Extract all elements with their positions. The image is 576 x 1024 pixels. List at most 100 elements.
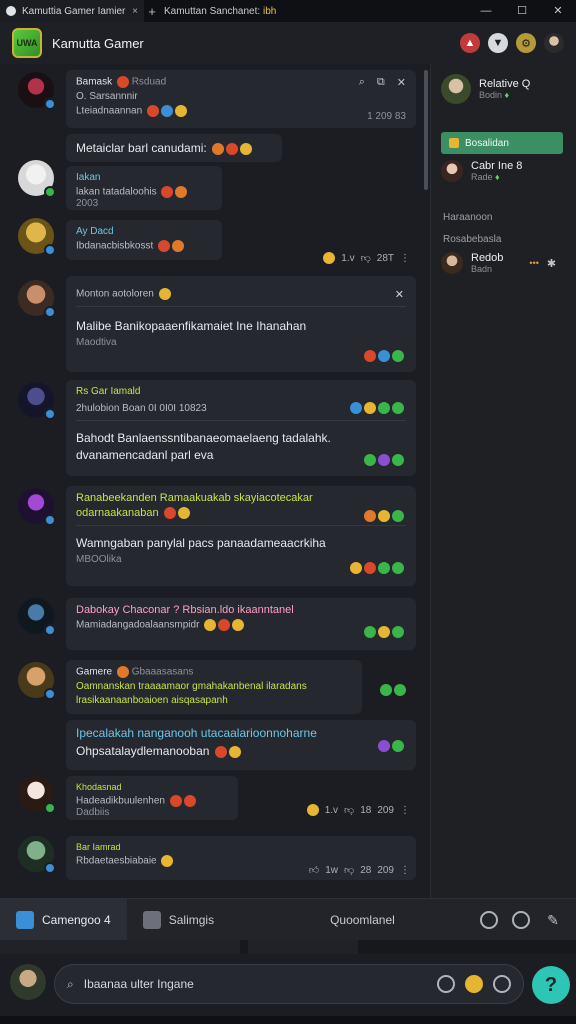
tools-icon[interactable]: ✎ [544, 911, 562, 929]
user-avatar[interactable] [18, 382, 56, 420]
user-avatar[interactable] [18, 280, 56, 318]
scrollbar-thumb[interactable] [424, 70, 428, 190]
emoji-icon[interactable] [512, 910, 530, 929]
message-title: Dabokay Chaconar ? Rbsian.ldo ikaanntane… [76, 604, 294, 616]
more-options-icon[interactable]: ⋮ [400, 805, 410, 816]
message-text: Rbdaetaesbiabaie [76, 855, 157, 867]
sender-name: Gamere [76, 666, 113, 678]
profile-avatar[interactable] [544, 33, 564, 53]
tab-strip [0, 940, 576, 954]
title-bar: Kamuttia Gamer Iamier × + Kamuttan Sanch… [0, 0, 576, 22]
thumbs-down-icon[interactable]: 👎︎ [361, 252, 371, 264]
user-avatar[interactable] [18, 72, 56, 110]
maximize-button[interactable]: ☐ [504, 0, 540, 22]
sender-name: Bamask [76, 76, 113, 88]
panel-section-label: Haraanoon [443, 212, 493, 223]
reaction-row [362, 348, 404, 362]
app-favicon-icon [6, 6, 16, 16]
message-composer: ⌕ Ibaanaa ulter Ingane ? [0, 954, 576, 1016]
message-card: Metaiclar barl canudami: [66, 134, 282, 162]
tab-quoomlanel[interactable]: Quoomlanel [230, 899, 411, 941]
message-text: Wamngaban panylal pacs panaadameaacrkiha [76, 536, 326, 551]
message-text: Bahodt Banlaenssntibanaeomaelaeng tadala… [76, 431, 331, 445]
more-options-icon[interactable]: ⋮ [400, 865, 410, 876]
user-avatar[interactable] [18, 160, 56, 198]
panel-active-item[interactable]: Bosalidan [441, 132, 563, 154]
second-tab[interactable]: Kamuttan Sanchanet: ibh [160, 6, 276, 17]
collapse-icon[interactable]: ✕ [395, 288, 404, 301]
user-avatar[interactable] [18, 488, 56, 526]
message-card: Monton aotoloren ✕ Malibe Banikopaaenfik… [66, 276, 416, 372]
message-input[interactable]: ⌕ Ibaanaa ulter Ingane [54, 964, 524, 1004]
more-options-icon[interactable]: ⋮ [400, 253, 410, 264]
status-icon [44, 802, 56, 814]
status-icon [44, 688, 56, 700]
message-card: Ipecalakah nanganooh utacaalarioonnoharn… [66, 720, 416, 770]
tab-salimgis[interactable]: Salimgis [127, 899, 230, 941]
message-text: Metaiclar barl canudami: [76, 141, 207, 155]
app-header: UWA Kamutta Gamer ▲ ▼ ⚙ [0, 22, 576, 64]
chat-icon [16, 910, 34, 929]
new-tab-icon[interactable]: + [144, 4, 160, 19]
thumbs-up-icon[interactable] [323, 252, 336, 264]
thumbs-up-icon[interactable]: 👍︎ [309, 864, 319, 876]
info-icon[interactable] [437, 975, 455, 993]
settings-icon[interactable]: ✱ [547, 257, 556, 270]
user-avatar[interactable] [18, 776, 56, 814]
message-card: Ay Dacd Ibdanacbisbkosst [66, 220, 222, 260]
message-time: 1 209 83 [367, 111, 406, 122]
status-icon [44, 862, 56, 874]
message-title: Ranabeekanden Ramaakuakab skayiacotecaka… [76, 492, 313, 504]
message-text: Ipecalakah nanganooh utacaalarioonnoharn… [76, 726, 317, 740]
user-avatar[interactable] [18, 662, 56, 700]
my-avatar[interactable] [10, 964, 46, 1000]
panel-list-item[interactable]: Redob Badn ••• ✱ [441, 252, 556, 274]
dropdown-icon[interactable]: ▼ [488, 33, 508, 53]
channel-icon [449, 138, 459, 148]
close-window-button[interactable]: ✕ [540, 0, 576, 22]
status-icon [44, 244, 56, 256]
close-icon[interactable]: ✕ [397, 76, 406, 89]
user-avatar[interactable] [18, 836, 56, 874]
settings-gear-icon[interactable]: ⚙ [516, 33, 536, 53]
thumbs-down-icon[interactable]: 👎︎ [344, 864, 354, 876]
status-icon [44, 514, 56, 526]
more-dots-icon[interactable]: ••• [529, 258, 538, 268]
user-avatar[interactable] [18, 218, 56, 256]
tab-close-icon[interactable]: × [132, 6, 138, 17]
reaction-row [362, 508, 404, 522]
message-card: Khodasnad Hadeadikbuulenhen Dadbiis [66, 776, 238, 820]
status-icon [44, 98, 56, 110]
notification-icon[interactable]: ▲ [460, 33, 480, 53]
app-title: Kamutta Gamer [52, 35, 144, 51]
panel-user-name: Relative Q [479, 78, 531, 90]
message-card: Gamere Gbaaasasans Oamnanskan traaaamaor… [66, 660, 362, 714]
thumbs-up-icon[interactable] [306, 804, 319, 816]
help-button[interactable]: ? [532, 966, 570, 1004]
send-icon[interactable] [493, 975, 511, 993]
search-icon[interactable]: ⌕ [359, 76, 365, 89]
tab-camengoo[interactable]: Camengoo 4 [0, 898, 127, 941]
copy-icon[interactable]: ⧉ [377, 76, 385, 89]
user-avatar[interactable] [18, 598, 56, 636]
message-card: Ranabeekanden Ramaakuakab skayiacotecaka… [66, 486, 416, 586]
message-title: Monton aotoloren [76, 288, 154, 300]
emoji-picker-icon[interactable] [465, 975, 483, 993]
search-icon: ⌕ [67, 976, 74, 991]
checkbox-icon [142, 910, 161, 929]
message-list: Bamask Rsduad O. Sarsannnir Lteiadnaanna… [0, 64, 424, 896]
right-panel: Relative Q Bodin ♦ Bosalidan Cabr Ine 8 … [431, 64, 576, 898]
status-icon [44, 408, 56, 420]
thumbs-down-icon[interactable]: 👎︎ [344, 804, 354, 816]
message-text: Hadeadikbuulenhen [76, 795, 165, 807]
panel-user[interactable]: Relative Q Bodin ♦ [441, 74, 530, 104]
panel-section-label: Rosabebasla [443, 234, 502, 245]
clock-icon[interactable] [480, 910, 498, 929]
reaction-row [376, 738, 404, 752]
message-text: Malibe Banikopaaenfikamaiet Ine Ihanahan [76, 319, 307, 333]
panel-list-item[interactable]: Cabr Ine 8 Rade ♦ [441, 160, 522, 182]
status-icon [44, 624, 56, 636]
minimize-button[interactable]: — [468, 0, 504, 22]
browser-tab[interactable]: Kamuttia Gamer Iamier × [0, 0, 144, 22]
bottom-edge [0, 1016, 576, 1024]
